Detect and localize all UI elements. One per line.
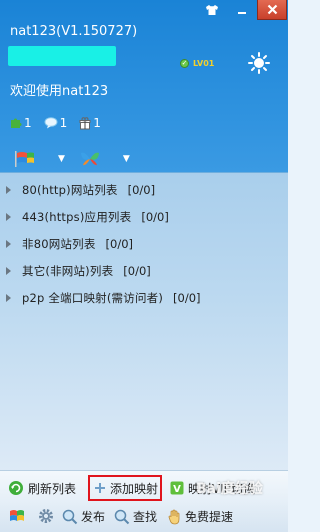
tree-item-https[interactable]: 443(https)应用列表 [0/0]	[0, 203, 288, 230]
tree-item-label: 其它(非网站)列表	[22, 263, 114, 278]
header-panel: nat123(V1.150727) ✓ LV01 欢迎使用nat123 1 1 …	[0, 0, 288, 173]
windows-flag-icon	[10, 510, 24, 521]
tree-item-count: [0/0]	[173, 290, 201, 305]
stats-row: 1 1 1	[10, 116, 113, 130]
window-title: nat123(V1.150727)	[10, 24, 138, 39]
search-icon	[114, 509, 130, 524]
stat-plugins-value: 1	[24, 116, 32, 130]
gear-icon	[39, 509, 53, 523]
speed-boost-button[interactable]: 免费提速	[168, 508, 233, 525]
mapping-tree: 80(http)网站列表 [0/0] 443(https)应用列表 [0/0] …	[0, 176, 288, 311]
stat-gifts[interactable]: 1	[79, 116, 101, 130]
tree-item-label: 非80网站列表	[22, 236, 96, 251]
close-button[interactable]	[257, 0, 287, 20]
add-mapping-label: 添加映射	[110, 481, 159, 496]
speed-boost-label: 免费提速	[185, 510, 234, 524]
start-menu-button[interactable]	[8, 508, 26, 524]
plus-icon	[95, 483, 105, 493]
chevron-down-icon: ▼	[122, 154, 130, 164]
tree-item-non80[interactable]: 非80网站列表 [0/0]	[0, 230, 288, 257]
tree-item-label: 443(https)应用列表	[22, 209, 132, 224]
tree-item-count: [0/0]	[105, 236, 134, 251]
expand-arrow-icon[interactable]	[6, 239, 11, 248]
app-shortcuts: ▼ ▼	[14, 150, 144, 168]
username-redacted	[8, 46, 116, 66]
welcome-text: 欢迎使用nat123	[10, 84, 109, 99]
expand-arrow-icon[interactable]	[6, 266, 11, 275]
minimize-button[interactable]	[227, 0, 257, 20]
shirt-icon	[206, 5, 218, 15]
find-button[interactable]: 查找	[114, 508, 157, 525]
refresh-icon	[9, 481, 23, 495]
svg-text:V: V	[173, 484, 181, 495]
gift-icon	[79, 116, 91, 129]
puzzle-icon	[11, 118, 22, 128]
butterfly-icon	[80, 152, 99, 166]
tree-item-http[interactable]: 80(http)网站列表 [0/0]	[0, 176, 288, 203]
skin-button[interactable]	[197, 0, 227, 20]
tree-item-count: [0/0]	[141, 209, 169, 224]
tree-item-count: [0/0]	[123, 263, 151, 278]
tree-item-count: [0/0]	[127, 182, 156, 197]
tree-item-label: p2p 全端口映射(需访问者)	[22, 290, 164, 305]
close-icon	[267, 4, 277, 15]
app-butterfly-dropdown[interactable]: ▼	[79, 150, 130, 168]
settings-button[interactable]	[38, 508, 54, 524]
check-icon: ✓	[180, 59, 189, 68]
level-text: LV01	[193, 59, 215, 68]
vip-icon: V	[170, 481, 184, 495]
expand-arrow-icon[interactable]	[6, 293, 11, 302]
hand-icon	[168, 509, 180, 524]
chevron-down-icon: ▼	[58, 154, 65, 164]
minimize-icon	[238, 12, 246, 14]
tree-item-label: 80(http)网站列表	[22, 182, 118, 197]
tree-item-p2p[interactable]: p2p 全端口映射(需访问者) [0/0]	[0, 284, 288, 311]
chat-bubble-icon	[44, 117, 58, 129]
refresh-list-label: 刷新列表	[28, 481, 77, 496]
tree-item-other[interactable]: 其它(非网站)列表 [0/0]	[0, 257, 288, 284]
sun-icon[interactable]	[248, 52, 270, 74]
search-globe-icon	[62, 509, 78, 524]
add-mapping-button[interactable]: 添加映射	[88, 475, 162, 501]
stat-plugins[interactable]: 1	[10, 116, 32, 130]
baidu-watermark: Bai度经验	[196, 481, 263, 497]
expand-arrow-icon[interactable]	[6, 185, 11, 194]
windows-flag-icon	[15, 151, 34, 167]
nat123-window: nat123(V1.150727) ✓ LV01 欢迎使用nat123 1 1 …	[0, 0, 288, 532]
status-bar: 发布 查找 免费提速	[0, 504, 288, 532]
stat-gifts-value: 1	[93, 116, 101, 130]
find-label: 查找	[133, 510, 158, 524]
publish-label: 发布	[81, 510, 106, 524]
level-badge: ✓ LV01	[180, 59, 214, 68]
refresh-list-button[interactable]: 刷新列表	[8, 477, 76, 499]
publish-button[interactable]: 发布	[62, 508, 105, 525]
expand-arrow-icon[interactable]	[6, 212, 11, 221]
stat-messages-value: 1	[59, 116, 68, 130]
stat-messages[interactable]: 1	[44, 116, 68, 130]
app-flag-dropdown[interactable]: ▼	[14, 150, 65, 168]
